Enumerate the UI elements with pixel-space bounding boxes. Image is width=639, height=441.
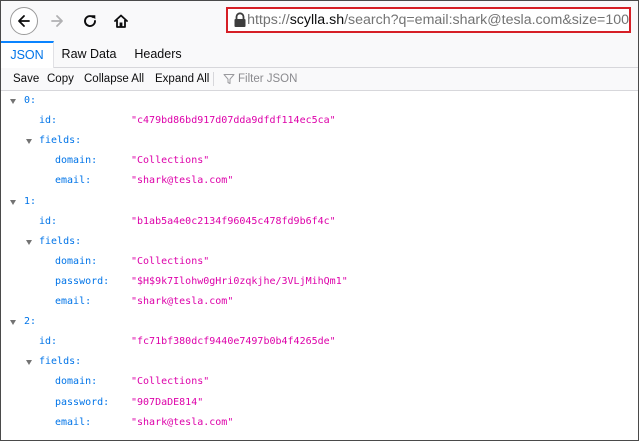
expand-toggle-icon[interactable] (26, 239, 32, 245)
json-key: password: (55, 275, 110, 287)
home-icon (114, 14, 128, 28)
tree-row[interactable]: email: "shark@tesla.com" (1, 293, 638, 313)
json-key: fields: (39, 235, 82, 247)
tree-row[interactable]: password: "907DaDE814" (1, 394, 638, 414)
json-key: 1: (24, 195, 37, 207)
arrow-right-icon (51, 15, 63, 27)
tree-row-expandable[interactable]: 1: (1, 193, 638, 213)
json-key: id: (39, 215, 58, 227)
expand-toggle-icon[interactable] (10, 320, 16, 326)
json-key: id: (39, 115, 58, 127)
json-key: 2: (24, 316, 37, 328)
url-host: scylla.sh (289, 12, 345, 28)
toolbar-divider (213, 72, 214, 86)
tree-row-expandable[interactable]: 0: (1, 92, 638, 112)
tree-row-expandable[interactable]: 2: (1, 313, 638, 333)
tab-headers[interactable]: Headers (125, 41, 191, 68)
json-value: "shark@tesla.com" (131, 416, 234, 428)
arrow-left-icon (18, 15, 30, 27)
back-button[interactable] (10, 7, 38, 35)
save-button[interactable]: Save (13, 68, 39, 90)
json-key: fields: (39, 135, 82, 147)
json-value: "Collections" (131, 255, 210, 267)
json-value: "Collections" (131, 376, 210, 388)
json-key: email: (55, 175, 92, 187)
expand-all-button[interactable]: Expand All (155, 68, 209, 90)
filter-icon (223, 74, 235, 84)
tree-row[interactable]: id: "b1ab5a4e0c2134f96045c478fd9b6f4c" (1, 213, 638, 233)
json-value: "b1ab5a4e0c2134f96045c478fd9b6f4c" (131, 215, 336, 227)
json-key: domain: (55, 255, 98, 267)
json-value: "$H$9k7Ilohw0gHri0zqkjhe/3VLjMihQm1" (131, 275, 348, 287)
json-value: "fc71bf380dcf9440e7497b0b4f4265de" (131, 336, 336, 348)
tree-row[interactable]: id: "c479bd86bd917d07dda9dfdf114ec5ca" (1, 112, 638, 132)
json-value: "shark@tesla.com" (131, 175, 234, 187)
json-key: email: (55, 416, 92, 428)
json-key: email: (55, 296, 92, 307)
viewer-tabs: JSON Raw Data Headers (1, 41, 638, 68)
tree-row[interactable]: domain: "Collections" (1, 373, 638, 393)
home-button[interactable] (107, 7, 135, 35)
tree-row-expandable[interactable]: fields: (1, 233, 638, 253)
forward-button[interactable] (43, 7, 71, 35)
tree-row[interactable]: email: "shark@tesla.com" (1, 414, 638, 434)
navigation-bar: https://scylla.sh/search?q=email:shark@t… (1, 1, 638, 41)
tree-row[interactable]: password: "$H$9k7Ilohw0gHri0zqkjhe/3VLjMi… (1, 273, 638, 293)
json-key: domain: (55, 155, 98, 167)
json-value: "907DaDE814" (131, 396, 204, 408)
tree-row-expandable[interactable]: fields: (1, 132, 638, 152)
json-key: password: (55, 396, 110, 408)
lock-icon[interactable] (233, 9, 247, 31)
url-text[interactable]: https://scylla.sh/search?q=email:shark@t… (247, 12, 629, 28)
expand-toggle-icon[interactable] (10, 99, 16, 104)
json-value: "c479bd86bd917d07dda9dfdf114ec5ca" (131, 115, 336, 127)
json-value: "shark@tesla.com" (131, 296, 234, 307)
copy-button[interactable]: Copy (47, 68, 74, 90)
json-key: fields: (39, 356, 82, 368)
reload-icon (84, 15, 96, 27)
json-toolbar: Save Copy Collapse All Expand All (1, 68, 638, 91)
json-value: "Collections" (131, 155, 210, 167)
expand-toggle-icon[interactable] (10, 199, 16, 205)
json-key: id: (39, 336, 58, 348)
tree-row[interactable]: domain: "Collections" (1, 253, 638, 273)
browser-window: https://scylla.sh/search?q=email:shark@t… (0, 0, 639, 441)
tree-row[interactable]: email: "shark@tesla.com" (1, 172, 638, 192)
filter-json-input[interactable] (238, 73, 358, 85)
tree-row[interactable]: id: "fc71bf380dcf9440e7497b0b4f4265de" (1, 333, 638, 353)
url-bar[interactable]: https://scylla.sh/search?q=email:shark@t… (226, 7, 631, 33)
tab-json[interactable]: JSON (1, 41, 54, 68)
expand-toggle-icon[interactable] (26, 139, 32, 145)
url-path: /search?q=email:shark@tesla.com&size=100 (344, 12, 629, 28)
url-prefix: https:// (247, 12, 290, 28)
json-key: domain: (55, 376, 98, 388)
tree-row[interactable]: domain: "Collections" (1, 152, 638, 172)
json-key: 0: (24, 95, 37, 106)
collapse-all-button[interactable]: Collapse All (84, 68, 144, 90)
tab-raw-data[interactable]: Raw Data (56, 41, 122, 68)
reload-button[interactable] (76, 7, 104, 35)
filter-box[interactable] (223, 68, 358, 90)
expand-toggle-icon[interactable] (26, 360, 32, 366)
tree-row-expandable[interactable]: fields: (1, 353, 638, 373)
